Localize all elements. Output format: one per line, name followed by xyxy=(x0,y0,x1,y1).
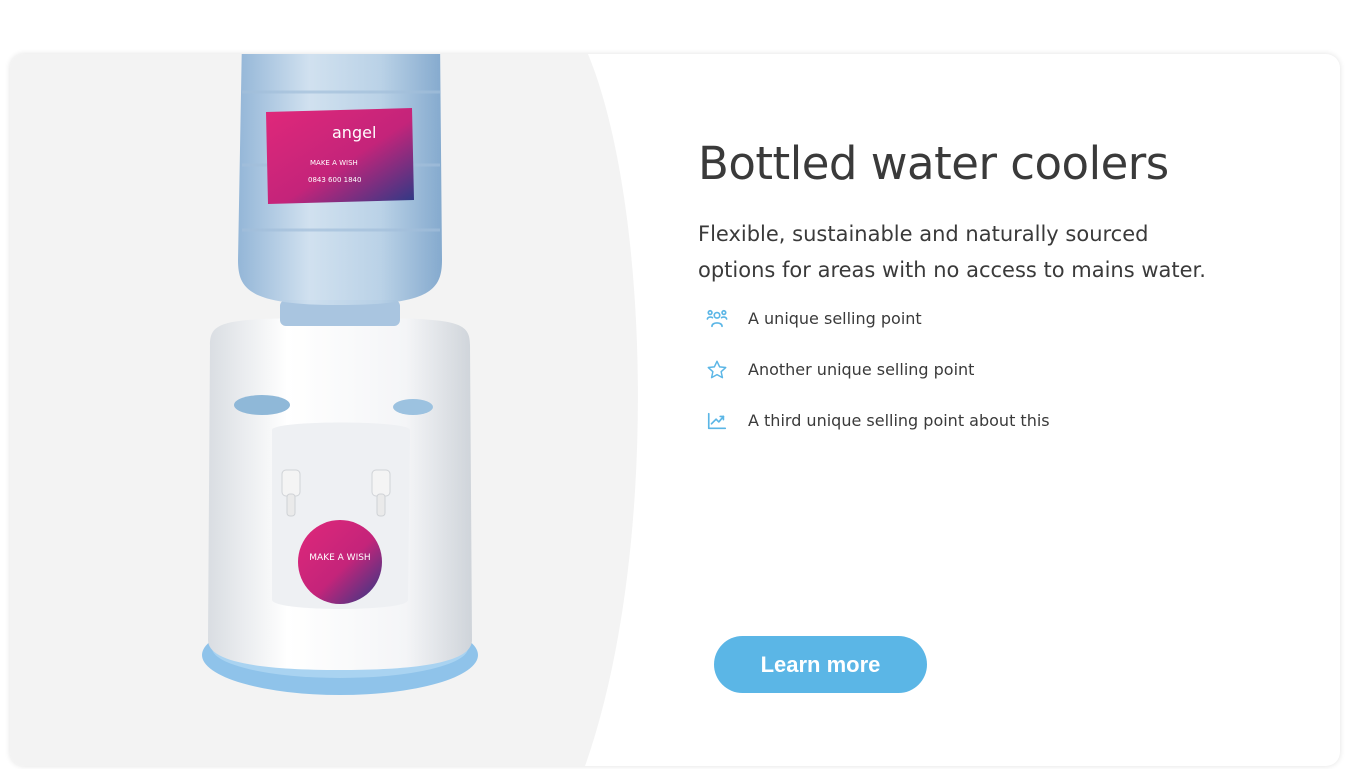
chart-trend-icon xyxy=(706,410,728,432)
card-description: Flexible, sustainable and naturally sour… xyxy=(698,216,1318,288)
card-title: Bottled water coolers xyxy=(698,137,1169,190)
learn-more-button[interactable]: Learn more xyxy=(714,636,927,693)
svg-text:MAKE A WISH: MAKE A WISH xyxy=(310,159,358,167)
description-line-2: options for areas with no access to main… xyxy=(698,258,1206,282)
usp-label: A unique selling point xyxy=(748,309,922,328)
usp-list: A unique selling point Another unique se… xyxy=(698,306,1318,433)
star-icon xyxy=(706,359,728,381)
water-cooler-image: MAKE A WISH angel MAKE A WISH 0843 600 1… xyxy=(202,54,478,695)
svg-text:MAKE A WISH: MAKE A WISH xyxy=(309,553,370,563)
usp-label: A third unique selling point about this xyxy=(748,411,1050,430)
usp-item: A third unique selling point about this xyxy=(698,408,1318,433)
card-content: Bottled water coolers Flexible, sustaina… xyxy=(698,132,1318,433)
svg-text:0843 600 1840: 0843 600 1840 xyxy=(308,176,361,184)
people-icon xyxy=(706,308,728,330)
usp-item: A unique selling point xyxy=(698,306,1318,331)
product-card: MAKE A WISH angel MAKE A WISH 0843 600 1… xyxy=(10,54,1340,766)
svg-text:angel: angel xyxy=(332,123,376,142)
description-line-1: Flexible, sustainable and naturally sour… xyxy=(698,222,1149,246)
usp-item: Another unique selling point xyxy=(698,357,1318,382)
usp-label: Another unique selling point xyxy=(748,360,975,379)
